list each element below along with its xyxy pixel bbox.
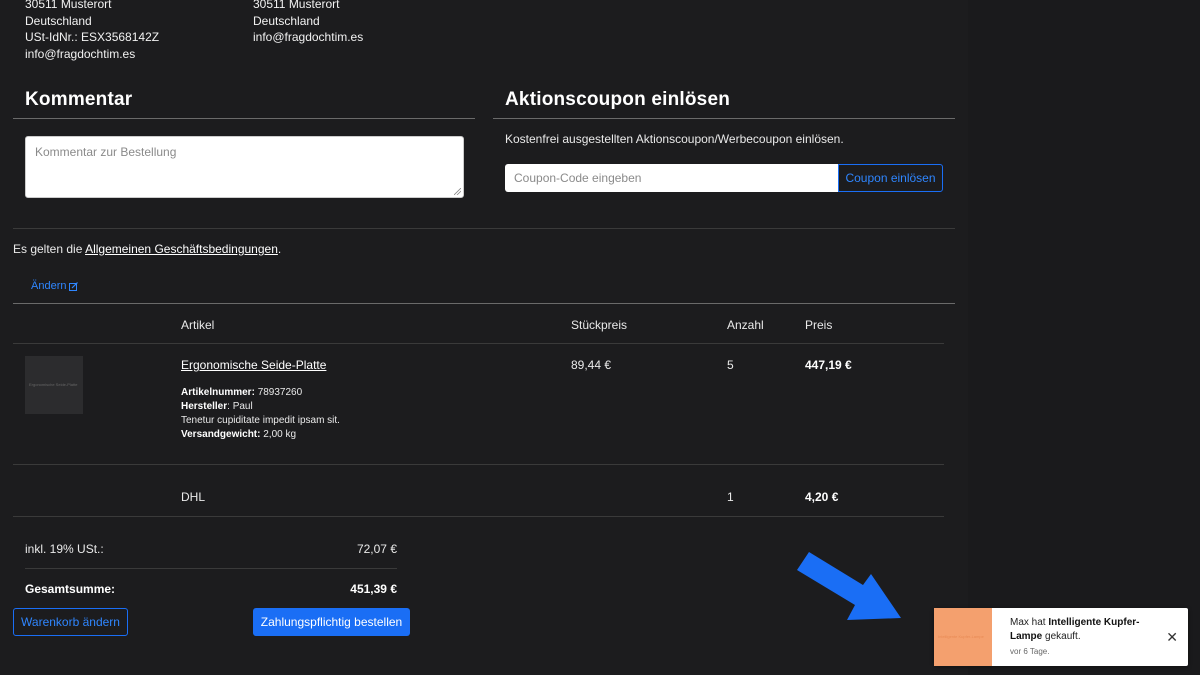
- divider: [493, 118, 955, 119]
- comment-placeholder: Kommentar zur Bestellung: [35, 145, 177, 159]
- total-value: 451,39 €: [350, 582, 397, 596]
- thumbnail-text: Ergonomische Seide-Platte: [29, 382, 78, 387]
- place-order-button[interactable]: Zahlungspflichtig bestellen: [253, 608, 410, 636]
- weight-value: 2,00 kg: [263, 429, 297, 440]
- notification-thumb-text: Intelligente Kupfer-Lampe: [938, 634, 984, 639]
- address-line: info@fragdochtim.es: [25, 46, 136, 61]
- total-label: Gesamtsumme:: [25, 582, 116, 596]
- pointer-arrow-icon: [797, 552, 901, 620]
- column-header-unit-price: Stückpreis: [571, 318, 628, 332]
- edit-cart-button[interactable]: Warenkorb ändern: [13, 608, 128, 636]
- comment-textarea[interactable]: Kommentar zur Bestellung: [25, 136, 464, 198]
- coupon-description: Kostenfrei ausgestellten Aktionscoupon/W…: [505, 132, 844, 146]
- coupon-placeholder: Coupon-Code eingeben: [514, 171, 642, 185]
- right-margin: [968, 0, 1200, 675]
- edit-icon: [69, 281, 79, 291]
- shipping-method: DHL: [181, 490, 206, 504]
- address-line: info@fragdochtim.es: [253, 30, 364, 44]
- sku-value: 78937260: [257, 387, 303, 398]
- address-line: 30511 Musterort: [253, 0, 340, 11]
- sku-label: Artikelnummer:: [181, 387, 255, 398]
- divider: [13, 343, 944, 344]
- column-header-price: Preis: [805, 318, 833, 332]
- purchase-notification[interactable]: Intelligente Kupfer-Lampe Max hat Intell…: [934, 608, 1188, 666]
- divider: [13, 118, 475, 119]
- divider: [13, 516, 944, 517]
- address-line: Deutschland: [25, 13, 92, 28]
- redeem-coupon-button[interactable]: Coupon einlösen: [838, 164, 943, 192]
- product-description: Tenetur cupiditate impedit ipsam sit.: [181, 415, 340, 426]
- manufacturer-value: : Paul: [227, 401, 253, 412]
- divider: [13, 228, 955, 229]
- terms-prefix: Es gelten die: [13, 242, 86, 256]
- close-icon[interactable]: ✕: [1166, 630, 1178, 644]
- quantity: 5: [727, 358, 734, 372]
- edit-link[interactable]: Ändern: [31, 280, 79, 292]
- resize-grip-icon[interactable]: [454, 188, 461, 195]
- billing-address: 30511 Musterort Deutschland USt-IdNr.: E…: [25, 0, 159, 62]
- product-name-link[interactable]: Ergonomische Seide-Platte: [181, 358, 326, 372]
- address-line: USt-IdNr.: ESX3568142Z: [25, 30, 160, 44]
- shipping-quantity: 1: [727, 490, 734, 504]
- line-price: 447,19 €: [805, 358, 852, 372]
- terms-notice: Es gelten die Allgemeinen Geschäftsbedin…: [13, 242, 281, 256]
- notification-product-image: Intelligente Kupfer-Lampe: [934, 608, 992, 666]
- comment-title: Kommentar: [25, 89, 133, 110]
- notification-message: Max hat Intelligente Kupfer-Lampe gekauf…: [1010, 616, 1150, 644]
- notification-prefix: Max hat: [1010, 617, 1049, 628]
- product-thumbnail[interactable]: Ergonomische Seide-Platte: [25, 356, 83, 414]
- unit-price: 89,44 €: [571, 358, 612, 372]
- notification-suffix: gekauft.: [1042, 631, 1081, 642]
- manufacturer-label: Hersteller: [181, 401, 228, 412]
- divider: [25, 568, 397, 569]
- checkout-page: 30511 Musterort Deutschland USt-IdNr.: E…: [0, 0, 1200, 675]
- divider: [13, 464, 944, 465]
- weight-label: Versandgewicht:: [181, 429, 261, 440]
- address-line: Deutschland: [253, 13, 320, 28]
- column-header-article: Artikel: [181, 318, 215, 332]
- coupon-title: Aktionscoupon einlösen: [505, 89, 731, 110]
- notification-time: vor 6 Tage.: [1010, 647, 1050, 656]
- terms-suffix: .: [277, 242, 282, 256]
- terms-link[interactable]: Allgemeinen Geschäftsbedingungen: [85, 242, 278, 256]
- column-header-quantity: Anzahl: [727, 318, 764, 332]
- address-line: 30511 Musterort: [25, 0, 112, 11]
- edit-link-label: Ändern: [31, 280, 67, 292]
- product-details: Artikelnummer: 78937260 Hersteller: Paul…: [181, 386, 340, 442]
- tax-value: 72,07 €: [356, 542, 397, 556]
- divider: [13, 303, 955, 304]
- tax-label: inkl. 19% USt.:: [25, 542, 104, 556]
- coupon-code-input[interactable]: Coupon-Code eingeben: [505, 164, 838, 192]
- shipping-price: 4,20 €: [805, 490, 839, 504]
- shipping-address: 30511 Musterort Deutschland info@fragdoc…: [253, 0, 363, 46]
